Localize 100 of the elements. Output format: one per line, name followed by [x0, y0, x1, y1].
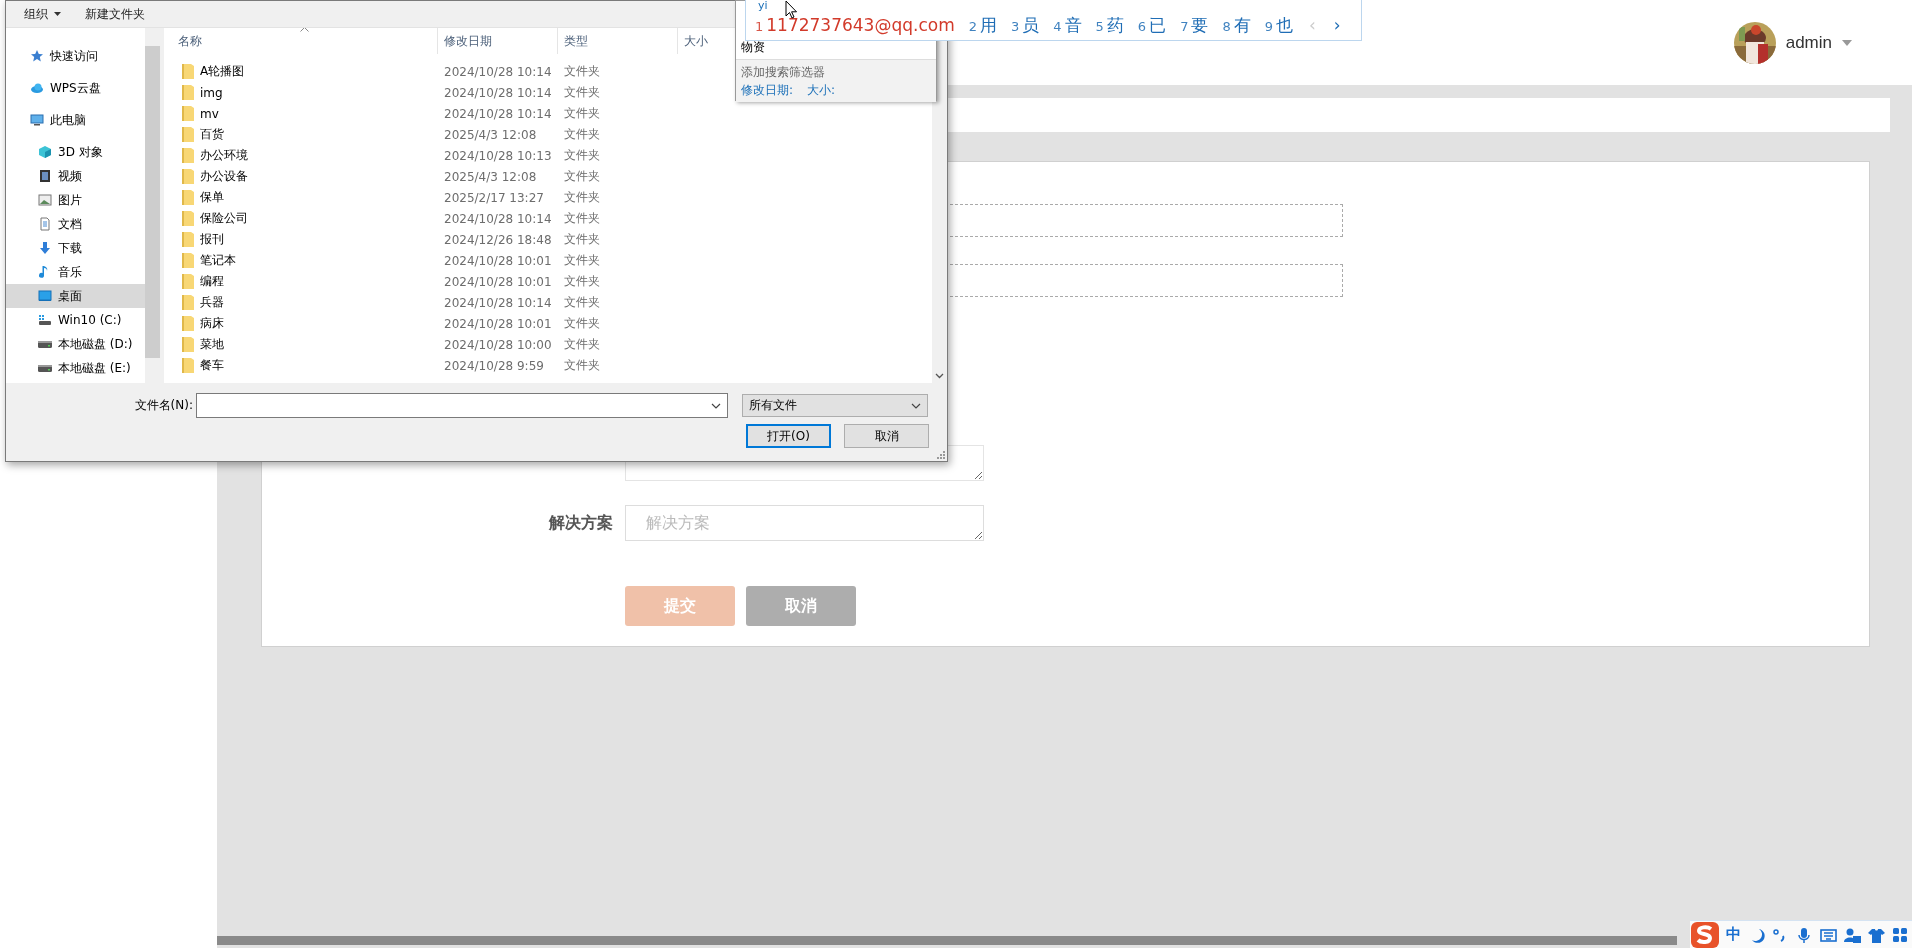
file-type: 文件夹	[563, 189, 601, 206]
nav-item[interactable]: WPS云盘	[6, 76, 145, 100]
desktop-icon	[38, 289, 52, 303]
file-date: 2024/10/28 10:13	[443, 148, 553, 163]
candidate[interactable]: 6 已	[1137, 14, 1167, 37]
file-name[interactable]: 保险公司	[200, 210, 248, 227]
nav-item[interactable]: 桌面	[6, 284, 145, 308]
file-date: 2024/10/28 9:59	[443, 358, 545, 373]
nav-item[interactable]: Win10 (C:)	[6, 308, 145, 332]
caret-down-icon[interactable]	[1842, 39, 1852, 46]
file-date: 2024/10/28 10:01	[443, 316, 553, 331]
input-mode-toggle[interactable]: 中	[1726, 925, 1741, 944]
filter-link[interactable]: 修改日期:	[741, 81, 794, 99]
folder-icon	[182, 127, 194, 142]
file-date: 2024/10/28 10:14	[443, 295, 553, 310]
nav-item[interactable]: 此电脑	[6, 108, 145, 132]
user-name[interactable]: admin	[1785, 32, 1832, 53]
nav-item[interactable]: 音乐	[6, 260, 145, 284]
grid-icon[interactable]	[1891, 925, 1909, 944]
file-type: 文件夹	[563, 84, 601, 101]
nav-item[interactable]: 图片	[6, 188, 145, 212]
file-name[interactable]: 餐车	[200, 357, 224, 374]
filename-field[interactable]	[196, 393, 728, 418]
monitor-icon	[30, 113, 44, 127]
file-name[interactable]: img	[200, 85, 223, 100]
scrollbar[interactable]	[217, 936, 1677, 945]
document-icon	[38, 217, 52, 231]
candidate[interactable]: 9 也	[1264, 14, 1293, 37]
file-type: 文件夹	[563, 168, 601, 185]
file-name[interactable]: 百货	[200, 126, 224, 143]
file-type: 文件夹	[563, 336, 601, 353]
candidate[interactable]: 2 用	[968, 14, 997, 37]
file-date: 2024/10/28 10:14	[443, 64, 553, 79]
nav-item[interactable]: 3D 对象	[6, 140, 145, 164]
file-name[interactable]: 笔记本	[200, 252, 236, 269]
file-date: 2025/4/3 12:08	[443, 169, 538, 184]
file-name[interactable]: 办公环境	[200, 147, 248, 164]
file-name[interactable]: 报刊	[200, 231, 224, 248]
cancel-button[interactable]: 取消	[844, 424, 929, 448]
folder-icon	[182, 190, 194, 205]
field-label: 解决方案	[549, 512, 613, 533]
star-icon	[30, 49, 44, 63]
drive-icon	[38, 313, 52, 327]
file-name[interactable]: A轮播图	[200, 63, 245, 80]
candidate[interactable]: 3 员	[1011, 14, 1040, 37]
folder-icon	[182, 106, 194, 121]
file-name[interactable]: mv	[200, 106, 219, 121]
candidate[interactable]: 1 1172737643@qq.com	[755, 15, 955, 35]
file-type: 文件夹	[563, 105, 601, 122]
column-header[interactable]: 名称	[164, 28, 438, 54]
film-icon	[38, 169, 52, 183]
cloud-icon	[30, 81, 44, 95]
new-folder-button[interactable]: 新建文件夹	[81, 3, 149, 25]
file-name[interactable]: 病床	[200, 315, 224, 332]
file-name[interactable]: 保单	[200, 189, 224, 206]
column-header[interactable]: 类型	[558, 28, 678, 54]
folder-icon	[182, 295, 194, 310]
text-area[interactable]: 解决方案	[625, 505, 984, 541]
file-type: 文件夹	[563, 294, 601, 311]
microphone-icon[interactable]	[1795, 925, 1813, 944]
folder-icon	[182, 232, 194, 247]
file-date: 2025/4/3 12:08	[443, 127, 538, 142]
nav-item[interactable]: 下载	[6, 236, 145, 260]
image-icon	[38, 193, 52, 207]
chevron-down-icon	[911, 402, 921, 409]
folder-icon	[182, 64, 194, 79]
nav-item[interactable]: 文档	[6, 212, 145, 236]
file-type: 文件夹	[563, 126, 601, 143]
candidate[interactable]: 4 音	[1053, 14, 1082, 37]
file-date: 2024/10/28 10:14	[443, 211, 553, 226]
file-date: 2024/10/28 10:01	[443, 274, 553, 289]
file-name[interactable]: 兵器	[200, 294, 224, 311]
file-type: 文件夹	[563, 231, 601, 248]
nav-item[interactable]: 本地磁盘 (D:)	[6, 332, 145, 356]
column-header[interactable]: 修改日期	[438, 28, 558, 54]
folder-icon	[182, 337, 194, 352]
folder-icon	[182, 211, 194, 226]
open-button[interactable]: 打开(O)	[746, 424, 831, 448]
candidate[interactable]: 5 药	[1095, 14, 1124, 37]
file-type-dropdown[interactable]: 所有文件	[742, 394, 928, 417]
download-icon	[38, 241, 52, 255]
filter-link[interactable]: 大小:	[807, 81, 836, 99]
file-name[interactable]: 编程	[200, 273, 224, 290]
nav-item[interactable]: 快速访问	[6, 44, 145, 68]
file-date: 2024/12/26 18:48	[443, 232, 553, 247]
nav-item[interactable]: 视频	[6, 164, 145, 188]
nav-item[interactable]: 本地磁盘 (E:)	[6, 356, 145, 380]
file-date: 2025/2/17 13:27	[443, 190, 545, 205]
file-name[interactable]: 菜地	[200, 336, 224, 353]
file-type: 文件夹	[563, 210, 601, 227]
file-date: 2024/10/28 10:00	[443, 337, 553, 352]
file-date: 2024/10/28 10:01	[443, 253, 553, 268]
file-type: 文件夹	[563, 63, 601, 80]
scrollbar[interactable]	[145, 28, 160, 383]
next-page-button[interactable]: ›	[1331, 15, 1343, 35]
file-name[interactable]: 办公设备	[200, 168, 248, 185]
candidate[interactable]: 8 有	[1222, 14, 1251, 37]
organize-menu[interactable]: 组织	[20, 3, 65, 25]
candidate[interactable]: 7 要	[1180, 14, 1209, 37]
folder-icon	[182, 316, 194, 331]
